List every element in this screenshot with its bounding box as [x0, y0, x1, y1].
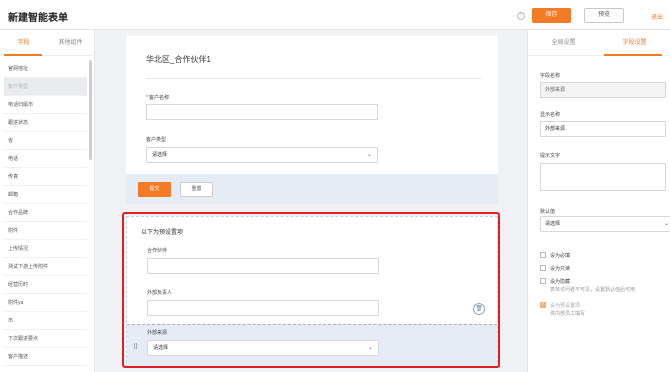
display-name-label: 显示名称 [540, 112, 561, 118]
active-tab-indicator [4, 54, 42, 56]
readonly-checkbox-label: 设为只读 [550, 266, 571, 272]
chevron-down-icon: ⌄ [366, 152, 372, 158]
field-item[interactable]: 传真 [4, 168, 87, 186]
field-panel: 字段 其他组件 官网地址 客户类型 电话归属市 跟进状态 省 电话 传真 邮箱 … [0, 30, 95, 372]
tab-other-components[interactable]: 其他组件 [47, 30, 94, 55]
readonly-checkbox[interactable]: 设为只读 [540, 265, 570, 272]
field-item[interactable]: 邮箱 [4, 186, 87, 204]
page-title: 新建智能表单 [8, 13, 68, 24]
preset-checkbox-label: 设为预设置项 [550, 303, 581, 309]
tab-field-settings[interactable]: 字段设置 [599, 30, 670, 55]
checkbox-box[interactable] [540, 252, 546, 258]
hint-text-input[interactable] [540, 163, 666, 191]
preset-checkbox-hint: 供内部员工填写 [550, 311, 586, 317]
field-item[interactable]: 附件 [4, 222, 87, 240]
field-item[interactable]: 下次跟进要点 [4, 330, 87, 348]
tab-global-settings[interactable]: 全局设置 [528, 30, 599, 55]
default-value-select[interactable]: 请选择 ⌄ [540, 216, 670, 232]
field-item[interactable]: 附件ya [4, 294, 87, 312]
customer-type-value: 请选择 [152, 152, 168, 158]
customer-name-input[interactable] [146, 104, 378, 120]
field-item[interactable]: 经营历时 [4, 276, 87, 294]
checkbox-box[interactable] [540, 265, 546, 271]
hidden-checkbox-hint: 表单访问者不可见，设置默认值后可用 [550, 287, 636, 293]
default-value-label: 默认值 [540, 209, 556, 215]
field-item[interactable]: 省 [4, 132, 87, 150]
settings-panel: 全局设置 字段设置 字段名称 外部来源 显示名称 外部来源 提示文字 默认值 请… [527, 30, 670, 372]
form-title[interactable]: 华北区_合作伙伴1 [146, 54, 211, 65]
field-item[interactable]: 跟进状态 [4, 114, 87, 132]
customer-name-label: *客户名称 [146, 94, 169, 101]
required-mark: * [146, 95, 148, 101]
customer-type-select[interactable]: 请选择 ⌄ [146, 147, 378, 163]
customer-type-label: 客户类型 [146, 137, 167, 143]
field-item[interactable]: 电话 [4, 150, 87, 168]
display-name-input[interactable]: 外部来源 [540, 121, 666, 137]
checkbox-box[interactable] [540, 301, 546, 308]
required-checkbox-label: 设为必填 [550, 253, 571, 259]
hidden-checkbox[interactable]: 设为隐藏 表单访问者不可见，设置默认值后可用 [540, 278, 635, 293]
help-icon[interactable]: ? [517, 12, 525, 20]
form-button-bar: 提交 重置 [126, 174, 498, 204]
field-item[interactable]: 客户描述 [4, 348, 87, 366]
field-list-scrollbar[interactable] [89, 60, 92, 160]
highlight-frame [122, 212, 500, 368]
top-header: 新建智能表单 ? 保存 预览 退出 [0, 0, 670, 30]
field-item[interactable]: 合作品牌 [4, 204, 87, 222]
exit-button[interactable]: 退出 [651, 12, 663, 21]
field-list: 官网地址 客户类型 电话归属市 跟进状态 省 电话 传真 邮箱 合作品牌 附件 … [4, 60, 87, 366]
field-item[interactable]: 上传情况 [4, 240, 87, 258]
reset-button[interactable]: 重置 [180, 182, 213, 197]
chevron-down-icon: ⌄ [663, 221, 669, 227]
checkbox-box[interactable] [540, 278, 546, 284]
hidden-checkbox-label: 设为隐藏 [550, 279, 571, 285]
preset-checkbox[interactable]: 设为预设置项 供内部员工填写 [540, 301, 586, 317]
field-item[interactable]: 测试下游上传附件 [4, 258, 87, 276]
field-item[interactable]: 市 [4, 312, 87, 330]
save-button[interactable]: 保存 [532, 8, 571, 23]
settings-tabs: 全局设置 字段设置 [528, 30, 670, 56]
field-panel-tabs: 字段 其他组件 [0, 30, 94, 56]
field-item[interactable]: 电话归属市 [4, 96, 87, 114]
tab-fields[interactable]: 字段 [0, 30, 47, 55]
submit-button[interactable]: 提交 [138, 182, 171, 197]
field-name-label: 字段名称 [540, 73, 561, 79]
field-item[interactable]: 客户类型 [4, 78, 87, 96]
customer-name-label-text: 客户名称 [148, 95, 169, 101]
divider [146, 78, 481, 79]
active-tab-indicator [604, 54, 662, 56]
required-checkbox[interactable]: 设为必填 [540, 252, 570, 259]
hint-text-label: 提示文字 [540, 153, 561, 159]
default-value: 请选择 [545, 221, 561, 227]
field-item[interactable]: 官网地址 [4, 60, 87, 78]
field-name-input: 外部来源 [540, 82, 666, 98]
preview-button[interactable]: 预览 [584, 8, 624, 23]
